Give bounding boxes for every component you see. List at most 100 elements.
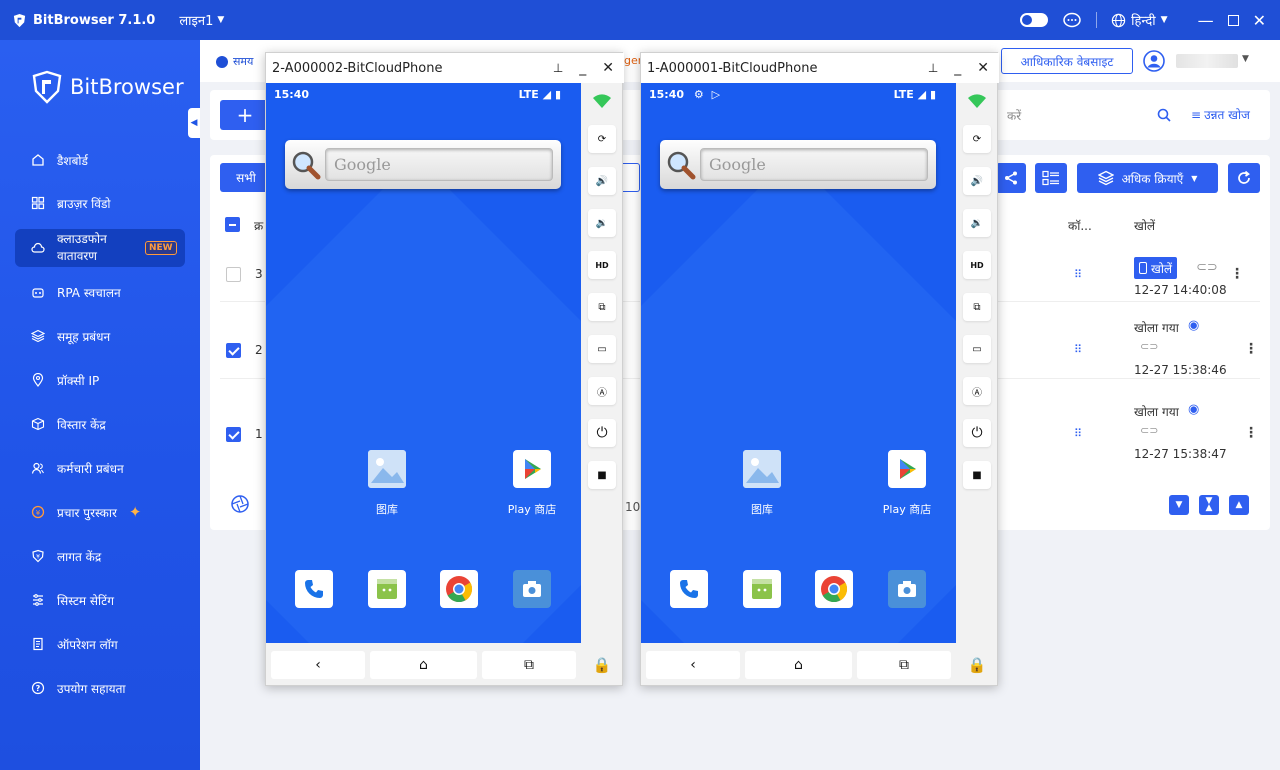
gallery-app-icon[interactable] — [743, 450, 781, 488]
close-button[interactable]: ✕ — [1253, 11, 1266, 30]
hd-quality-icon[interactable]: HD — [963, 251, 991, 279]
clipboard-icon[interactable]: ⧉ — [588, 293, 616, 321]
chevron-down-icon[interactable]: ▼ — [1242, 54, 1249, 64]
nav-recents-button[interactable]: ⧉ — [482, 651, 576, 679]
close-button[interactable]: ✕ — [602, 60, 614, 76]
link-icon[interactable]: ⊂⊃ — [1140, 424, 1158, 437]
scroll-down-button[interactable]: ▼ — [1169, 495, 1189, 515]
sidebar-item-settings[interactable]: सिस्टम सेटिंग — [15, 582, 185, 618]
shield-a-icon[interactable]: Ⓐ — [963, 377, 991, 405]
pin-icon[interactable]: ⊥ — [553, 61, 563, 75]
search-input[interactable]: करें — [1007, 107, 1021, 124]
maximize-button[interactable] — [1227, 14, 1239, 26]
sidebar-item-staff[interactable]: कर्मचारी प्रबंधन — [15, 450, 185, 486]
scroll-up-button[interactable]: ▲ — [1229, 495, 1249, 515]
line-selector[interactable]: लाइन1 ▼ — [179, 11, 224, 29]
close-button[interactable]: ✕ — [977, 60, 989, 76]
search-icon[interactable] — [1157, 108, 1171, 122]
collapse-all-button[interactable]: ▼ ▲ — [1199, 495, 1219, 515]
clipboard-icon[interactable]: ⧉ — [963, 293, 991, 321]
bag-icon[interactable]: 🔒 — [588, 651, 616, 679]
eye-icon[interactable]: ◉ — [1188, 318, 1199, 333]
nav-home-button[interactable]: ⌂ — [745, 651, 852, 679]
sidebar-item-proxy[interactable]: प्रॉक्सी IP — [15, 362, 185, 398]
devices-icon[interactable]: ▭ — [588, 335, 616, 363]
row-menu-button[interactable]: ⋮ — [1244, 341, 1258, 357]
sidebar-item-reward[interactable]: ¥ प्रचार पुरस्कार ✦ — [15, 494, 185, 530]
aperture-icon[interactable] — [231, 495, 249, 513]
power-icon[interactable]: ⏻ — [963, 419, 991, 447]
sidebar-item-group[interactable]: समूह प्रबंधन — [15, 318, 185, 354]
row-menu-button[interactable]: ⋮ — [1244, 425, 1258, 441]
play-store-app-icon[interactable] — [513, 450, 551, 488]
camera-app-icon[interactable] — [888, 570, 926, 608]
record-icon[interactable]: ■ — [963, 461, 991, 489]
select-all-checkbox[interactable] — [225, 217, 240, 232]
sidebar-item-log[interactable]: ऑपरेशन लॉग — [15, 626, 185, 662]
eye-icon[interactable]: ◉ — [1188, 402, 1199, 417]
phone-screen[interactable]: 15:40 LTE ◢ ▮ Google 图库 Play 商店 — [266, 83, 581, 643]
add-button[interactable]: + — [220, 100, 270, 130]
chrome-app-icon[interactable] — [815, 570, 853, 608]
google-search-widget[interactable]: Google — [660, 140, 936, 189]
phone-dialer-icon[interactable] — [295, 570, 333, 608]
phone-screen[interactable]: 15:40 ⚙ ▷ LTE ◢ ▮ Google 图库 Play 商店 — [641, 83, 956, 643]
play-store-app-icon[interactable] — [888, 450, 926, 488]
refresh-button[interactable] — [1228, 163, 1260, 193]
pin-icon[interactable]: ⊥ — [928, 61, 938, 75]
devices-icon[interactable]: ▭ — [963, 335, 991, 363]
messages-app-icon[interactable] — [743, 570, 781, 608]
official-website-button[interactable]: आधिकारिक वेबसाइट — [1001, 48, 1133, 74]
chrome-app-icon[interactable] — [440, 570, 478, 608]
rotate-icon[interactable]: ⟳ — [963, 125, 991, 153]
filter-input-edge[interactable] — [620, 163, 640, 192]
sidebar-item-rpa[interactable]: RPA स्वचालन — [15, 274, 185, 310]
rotate-icon[interactable]: ⟳ — [588, 125, 616, 153]
power-icon[interactable]: ⏻ — [588, 419, 616, 447]
more-actions-button[interactable]: अधिक क्रियाएँ ▼ — [1077, 163, 1218, 193]
nav-back-button[interactable]: ‹ — [646, 651, 740, 679]
row-checkbox[interactable] — [226, 267, 241, 282]
shield-a-icon[interactable]: Ⓐ — [588, 377, 616, 405]
volume-down-icon[interactable]: 🔉 — [588, 209, 616, 237]
bag-icon[interactable]: 🔒 — [963, 651, 991, 679]
minimize-button[interactable]: _ — [579, 60, 586, 76]
nav-home-button[interactable]: ⌂ — [370, 651, 477, 679]
volume-down-icon[interactable]: 🔉 — [963, 209, 991, 237]
link-icon[interactable]: ⊂⊃ — [1196, 260, 1218, 275]
gallery-app-icon[interactable] — [368, 450, 406, 488]
record-icon[interactable]: ■ — [588, 461, 616, 489]
nav-recents-button[interactable]: ⧉ — [857, 651, 951, 679]
config-grid-icon[interactable]: ⠿ — [1074, 268, 1082, 281]
view-toggle-button[interactable] — [1035, 163, 1067, 193]
hd-quality-icon[interactable]: HD — [588, 251, 616, 279]
share-button[interactable] — [996, 163, 1026, 193]
nav-back-button[interactable]: ‹ — [271, 651, 365, 679]
row-checkbox[interactable] — [226, 427, 241, 442]
sidebar-collapse-button[interactable]: ◀ — [188, 108, 200, 138]
minimize-button[interactable]: _ — [954, 60, 961, 76]
messages-app-icon[interactable] — [368, 570, 406, 608]
sidebar-item-cost[interactable]: ¥ लागत केंद्र — [15, 538, 185, 574]
row-menu-button[interactable]: ⋮ — [1230, 266, 1244, 282]
sidebar-item-cloudphone[interactable]: क्लाउडफोन वातावरण NEW — [15, 229, 185, 267]
sidebar-item-extensions[interactable]: विस्तार केंद्र — [15, 406, 185, 442]
config-grid-icon[interactable]: ⠿ — [1074, 427, 1082, 440]
sidebar-item-dashboard[interactable]: डैशबोर्ड — [15, 142, 185, 178]
camera-app-icon[interactable] — [513, 570, 551, 608]
sidebar-item-browser-window[interactable]: ब्राउज़र विंडो — [15, 185, 185, 221]
wifi-icon[interactable] — [963, 87, 991, 115]
volume-up-icon[interactable]: 🔊 — [963, 167, 991, 195]
link-icon[interactable]: ⊂⊃ — [1140, 340, 1158, 353]
volume-up-icon[interactable]: 🔊 — [588, 167, 616, 195]
google-search-widget[interactable]: Google — [285, 140, 561, 189]
minimize-button[interactable]: — — [1198, 11, 1214, 30]
support-chat-icon[interactable] — [1062, 11, 1082, 29]
open-button[interactable]: खोलें — [1134, 257, 1178, 279]
theme-toggle[interactable] — [1020, 13, 1049, 27]
wifi-icon[interactable] — [588, 87, 616, 115]
language-selector[interactable]: हिन्दी ▼ — [1111, 11, 1168, 29]
user-avatar-icon[interactable] — [1143, 50, 1165, 72]
sidebar-item-help[interactable]: ? उपयोग सहायता — [15, 670, 185, 706]
phone-dialer-icon[interactable] — [670, 570, 708, 608]
